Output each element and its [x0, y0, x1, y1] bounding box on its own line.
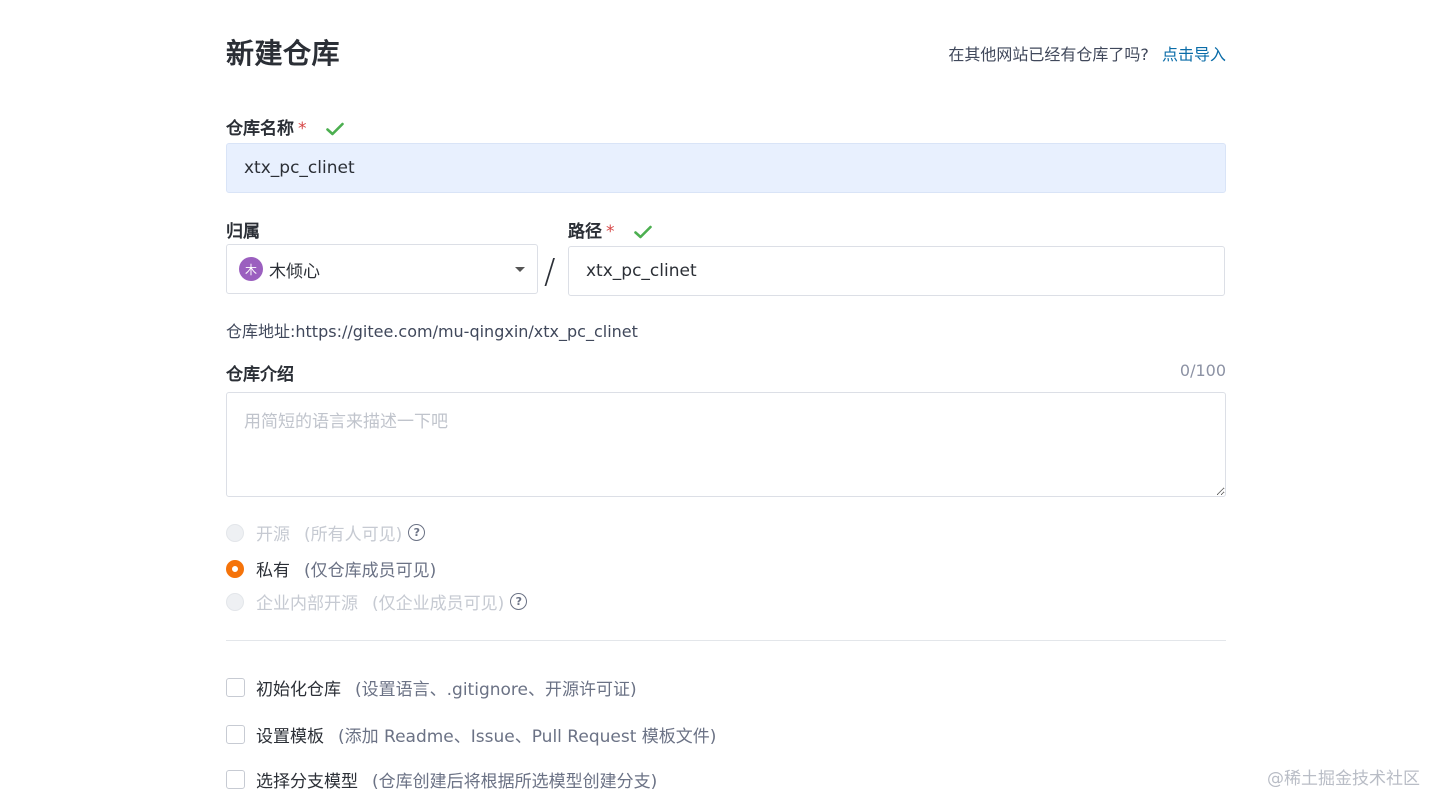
path-label-text: 路径 [568, 222, 602, 242]
chevron-down-icon [515, 267, 525, 272]
repo-name-label: 仓库名称 * [226, 114, 345, 141]
import-question: 在其他网站已经有仓库了吗? [948, 45, 1149, 64]
import-link[interactable]: 点击导入 [1162, 45, 1226, 64]
required-mark: * [298, 119, 307, 139]
import-hint: 在其他网站已经有仓库了吗? 点击导入 [948, 41, 1226, 65]
radio-label: 企业内部开源 [256, 594, 358, 614]
checkbox-init-repo[interactable] [226, 678, 245, 697]
repo-name-input[interactable]: xtx_pc_clinet [226, 143, 1226, 193]
avatar: 木 [239, 257, 263, 281]
visibility-option-public[interactable]: 开源 (所有人可见) ? [226, 520, 426, 545]
radio-enterprise[interactable] [226, 592, 244, 611]
intro-textarea[interactable] [226, 392, 1226, 497]
option-init-repo[interactable]: 初始化仓库 (设置语言、.gitignore、开源许可证) [226, 675, 637, 700]
intro-label: 仓库介绍 [226, 365, 294, 385]
check-icon [634, 224, 653, 244]
checkbox-branch-model[interactable] [226, 770, 245, 789]
owner-label: 归属 [226, 222, 260, 242]
option-label: 初始化仓库 [256, 680, 341, 700]
radio-label: 开源 [256, 525, 290, 545]
radio-public[interactable] [226, 523, 244, 542]
visibility-option-private[interactable]: 私有 (仅仓库成员可见) [226, 556, 436, 581]
path-separator: / [544, 252, 556, 292]
help-icon[interactable]: ? [408, 524, 426, 541]
option-label: 选择分支模型 [256, 772, 358, 792]
option-label: 设置模板 [256, 727, 324, 747]
option-desc: (设置语言、.gitignore、开源许可证) [355, 680, 637, 700]
divider [226, 640, 1226, 641]
owner-select[interactable]: 木 木倾心 [226, 244, 538, 294]
watermark: @稀土掘金技术社区 [1267, 769, 1420, 789]
path-input[interactable]: xtx_pc_clinet [568, 246, 1225, 296]
radio-private[interactable] [226, 559, 244, 578]
page-title: 新建仓库 [226, 37, 341, 70]
path-label: 路径 * [568, 217, 653, 244]
radio-label: 私有 [256, 561, 290, 581]
intro-counter: 0/100 [1179, 361, 1226, 380]
visibility-option-enterprise[interactable]: 企业内部开源 (仅企业成员可见) ? [226, 589, 528, 614]
owner-name: 木倾心 [269, 261, 320, 282]
repo-name-label-text: 仓库名称 [226, 119, 294, 139]
required-mark: * [606, 222, 615, 242]
option-desc: (仓库创建后将根据所选模型创建分支) [372, 772, 658, 792]
radio-desc: (仅仓库成员可见) [304, 561, 437, 581]
help-icon[interactable]: ? [510, 593, 528, 610]
option-template[interactable]: 设置模板 (添加 Readme、Issue、Pull Request 模板文件) [226, 722, 716, 747]
radio-desc: (所有人可见) [304, 525, 403, 545]
option-branch-model[interactable]: 选择分支模型 (仓库创建后将根据所选模型创建分支) [226, 767, 657, 792]
repo-address: 仓库地址:https://gitee.com/mu-qingxin/xtx_pc… [226, 322, 638, 341]
check-icon [326, 121, 345, 141]
option-desc: (添加 Readme、Issue、Pull Request 模板文件) [338, 727, 717, 747]
radio-desc: (仅企业成员可见) [372, 594, 505, 614]
checkbox-template[interactable] [226, 725, 245, 744]
